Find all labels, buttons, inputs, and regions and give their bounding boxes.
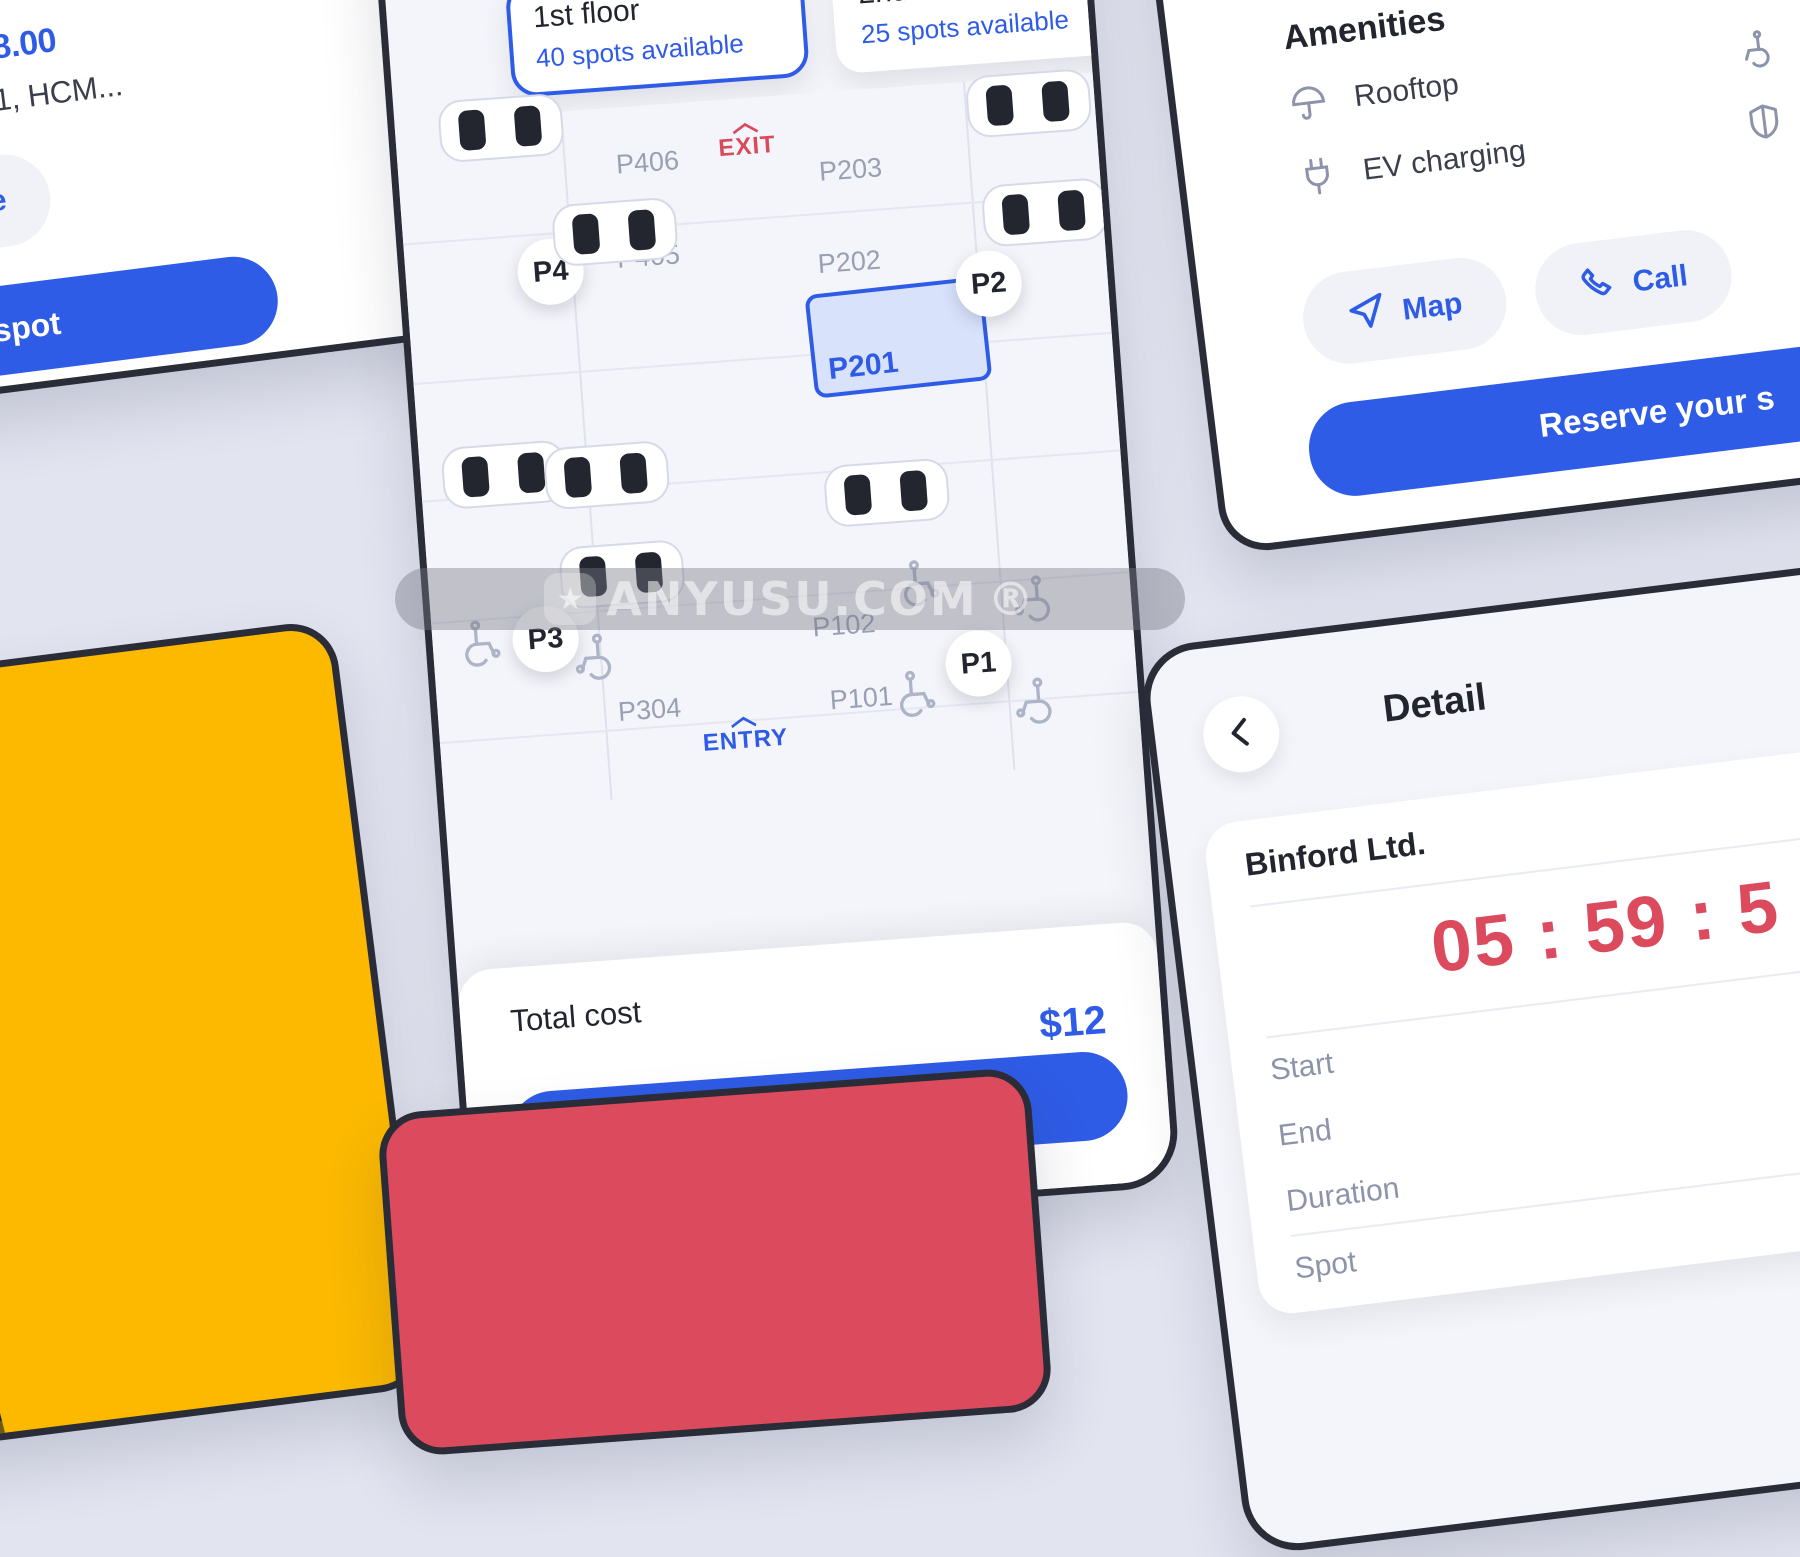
map-label: Map [1400,286,1465,327]
call-label: Call [1630,259,1690,299]
map-button[interactable]: Map [1297,252,1512,369]
row-key: Start [1268,1046,1336,1088]
slot-label-p202[interactable]: P202 [817,245,882,281]
slot-label-p406[interactable]: P406 [615,145,680,181]
car-icon [435,87,568,168]
car-icon [548,191,681,272]
promo-card-yellow: P [0,618,430,1476]
amenity-accessible [1733,26,1778,71]
slot-label-p203[interactable]: P203 [818,152,883,188]
right-action-pill-row: Map Call [1297,225,1737,369]
wheelchair-icon [888,665,948,724]
car-icon [820,452,953,533]
exit-marker: ︿ EXIT [695,106,798,164]
action-pill-row: Call Save [0,149,56,295]
amenity-ev-charging: EV charging [1295,131,1528,199]
exit-label: EXIT [717,130,777,162]
wheelchair-icon [1003,673,1063,732]
amenities-list-secondary [1733,26,1787,144]
wheelchair-icon [1001,570,1061,629]
amenities-title: Amenities [1281,0,1448,58]
booking-summary-card: Binford Ltd. V 05 : 59 : 5 Start 21/07/2… [1202,731,1800,1318]
navigation-icon [1344,289,1390,342]
umbrella-icon [1286,81,1331,126]
total-cost-label: Total cost [509,994,643,1039]
entry-label: ENTRY [701,723,790,757]
floor-spots: 25 spots available [860,4,1070,50]
slot-label-p304[interactable]: P304 [617,692,682,728]
call-button[interactable]: Call [1530,225,1737,341]
phone-icon [1577,262,1620,312]
selected-slot-label: P201 [826,345,900,387]
car-icon [540,435,673,516]
price-text: from $8.00 [0,21,59,79]
back-button[interactable] [1198,691,1284,777]
slot-label-p101[interactable]: P101 [829,681,894,717]
wheelchair-icon [453,615,513,674]
shield-icon [1742,99,1787,144]
floor-spots: 40 spots available [534,28,745,74]
company-name: Binford Ltd. [1242,824,1428,883]
floor-tab-1[interactable]: 1st floor 40 spots available [504,0,811,99]
promo-card-red [376,1066,1054,1458]
row-key: Duration [1284,1171,1402,1219]
parking-map[interactable]: ︿ EXIT ︿ ENTRY P406 P405 P203 P202 P102 … [394,69,1144,812]
save-label: Save [0,183,9,226]
plug-icon [1295,154,1340,199]
design-showcase-canvas: aval. from $8.00 , Bến Nghé, District 1,… [0,0,1800,1557]
amenities-list: Rooftop EV charging [1286,58,1528,199]
chevron-left-icon [1221,712,1262,757]
car-icon [556,534,689,615]
row-key: End [1276,1113,1334,1153]
wheelchair-icon [562,629,622,688]
page-title: Detail [1380,676,1489,731]
row-key: Spot [1292,1245,1359,1286]
lane-divider [413,331,1112,386]
amenity-label: EV charging [1361,133,1528,187]
car-icon [978,172,1111,253]
reserve-spot-button[interactable]: rve your spot [0,251,283,427]
car-icon [962,63,1095,144]
total-cost-value: $12 [1037,998,1108,1047]
wheelchair-icon [1733,26,1778,71]
save-button[interactable]: Save [0,149,56,268]
parking-map-phone: 1st floor 40 spots available 2nd floor 2… [368,0,1182,1239]
wheelchair-icon [892,554,952,613]
amenity-secure [1742,99,1787,144]
slot-label-p102[interactable]: P102 [811,608,876,644]
amenity-rooftop: Rooftop [1286,58,1519,126]
booking-detail-phone: Detail Binford Ltd. V 05 : 59 : 5 Start … [1137,557,1800,1557]
decor-grid [0,1218,15,1476]
amenity-label: Rooftop [1352,67,1461,114]
amenities-card: Amenities Rooftop EV charging Map Call R… [1121,0,1800,556]
entry-marker: ︿ ENTRY [678,700,811,759]
